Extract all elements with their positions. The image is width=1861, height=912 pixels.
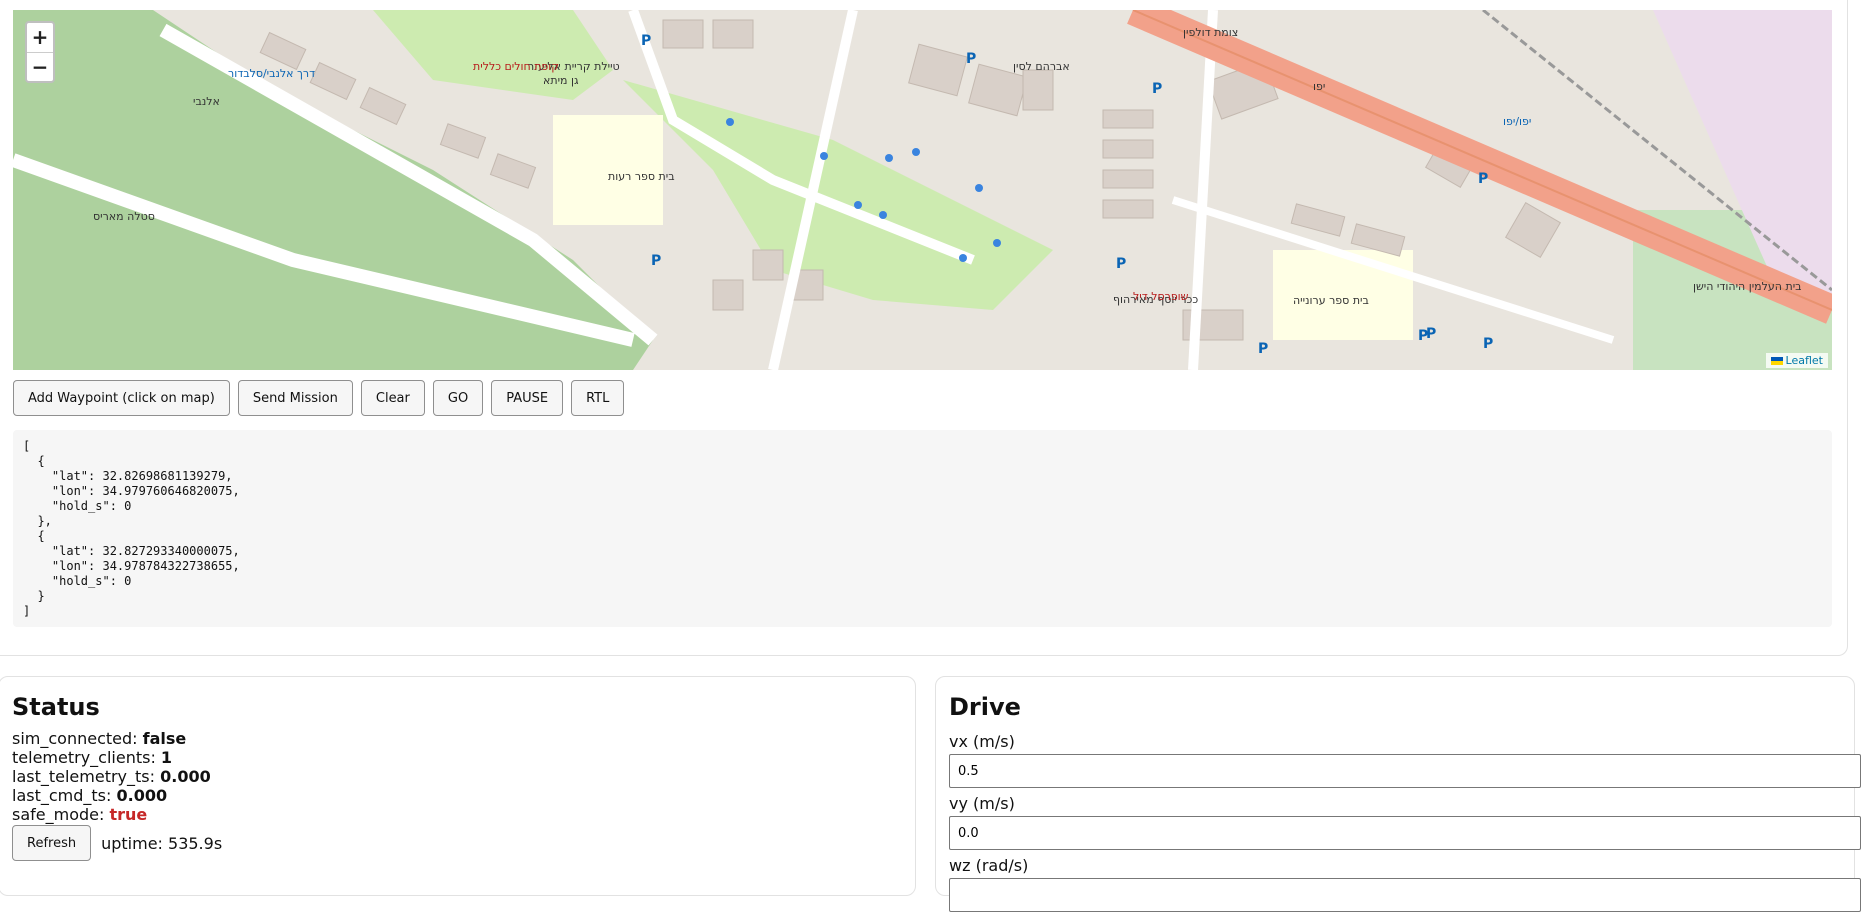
svg-text:P: P	[641, 33, 651, 49]
status-title: Status	[12, 693, 100, 721]
map-label-stella: סטלה מאריס	[93, 210, 155, 223]
rtl-button[interactable]: RTL	[571, 380, 625, 416]
vy-label: vy (m/s)	[949, 794, 1015, 813]
drive-panel: Drive vx (m/s) vy (m/s) wz (rad/s)	[935, 676, 1861, 912]
svg-text:P: P	[1116, 256, 1126, 272]
leaflet-link[interactable]: Leaflet	[1786, 354, 1823, 367]
status-label: last_cmd_ts:	[12, 786, 112, 805]
svg-text:P: P	[1483, 336, 1493, 352]
map-label-school-reut: בית ספר רעות	[608, 170, 675, 183]
pause-button[interactable]: PAUSE	[491, 380, 564, 416]
refresh-row: Refresh uptime: 535.9s	[12, 825, 222, 861]
vx-label: vx (m/s)	[949, 732, 1015, 751]
status-panel: Status sim_connected: false telemetry_cl…	[0, 676, 916, 896]
zoom-in-button[interactable]: +	[27, 23, 53, 52]
map-label-lesin: אברהם לסין	[1013, 60, 1070, 73]
drive-title: Drive	[949, 693, 1021, 721]
zoom-control: + −	[25, 21, 55, 83]
status-telemetry-clients: telemetry_clients: 1	[12, 748, 211, 767]
status-value: 0.000	[116, 786, 168, 805]
status-last-cmd-ts: last_cmd_ts: 0.000	[12, 786, 211, 805]
mission-panel: PP PP PP PP PP אלנבי טיילת קריית אליעזר …	[0, 0, 1848, 656]
svg-text:P: P	[1478, 171, 1488, 187]
send-mission-button[interactable]: Send Mission	[237, 380, 353, 416]
map-attribution: Leaflet	[1765, 353, 1828, 368]
vx-input[interactable]	[949, 754, 1861, 788]
mission-toolbar: Add Waypoint (click on map) Send Mission…	[13, 380, 625, 416]
map-label-clinic: קופת חולים כללית	[473, 60, 559, 73]
clear-button[interactable]: Clear	[360, 380, 425, 416]
svg-text:P: P	[1258, 341, 1268, 357]
map-label-yafo: יפו	[1313, 80, 1325, 93]
vy-input[interactable]	[949, 816, 1861, 850]
uptime-text: uptime: 535.9s	[101, 833, 223, 853]
status-label: sim_connected:	[12, 729, 138, 748]
wz-input[interactable]	[949, 878, 1861, 912]
go-button[interactable]: GO	[432, 380, 484, 416]
ukraine-flag-icon	[1770, 357, 1783, 365]
map-label-stop: דרך אלנבי/סלבדור	[228, 67, 315, 80]
map-label-school: בית ספר ערונייה	[1293, 294, 1369, 307]
mission-json-output: [ { "lat": 32.82698681139279, "lon": 34.…	[13, 430, 1832, 627]
map-label-dolphin-junction: צומת דולפין	[1183, 26, 1238, 39]
status-value: 1	[160, 748, 173, 767]
map-label-kindergarten: גן מיתא	[543, 74, 579, 87]
svg-text:P: P	[966, 51, 976, 67]
map-label-cemetery: בית העלמין היהודי הישן	[1693, 280, 1802, 293]
map-label-allenby: אלנבי	[193, 95, 220, 108]
map-tiles[interactable]: PP PP PP PP PP אלנבי טיילת קריית אליעזר …	[13, 10, 1832, 370]
map-label-sonol: יפו/יפו	[1503, 115, 1531, 128]
zoom-out-button[interactable]: −	[27, 52, 53, 81]
status-value: false	[142, 729, 187, 748]
status-label: safe_mode:	[12, 805, 105, 824]
status-sim-connected: sim_connected: false	[12, 729, 211, 748]
status-last-telemetry-ts: last_telemetry_ts: 0.000	[12, 767, 211, 786]
svg-text:P: P	[651, 253, 661, 269]
status-value-safe-mode: true	[109, 805, 148, 824]
status-safe-mode: safe_mode: true	[12, 805, 211, 824]
add-waypoint-button[interactable]: Add Waypoint (click on map)	[13, 380, 230, 416]
svg-text:P: P	[1426, 326, 1436, 342]
refresh-button[interactable]: Refresh	[12, 825, 92, 861]
svg-text:P: P	[1152, 81, 1162, 97]
status-value: 0.000	[160, 767, 211, 786]
map-label-shufersal: שופרסל דיל	[1133, 290, 1189, 303]
status-label: last_telemetry_ts:	[12, 767, 156, 786]
status-label: telemetry_clients:	[12, 748, 156, 767]
wz-label: wz (rad/s)	[949, 856, 1029, 875]
map-view[interactable]: PP PP PP PP PP אלנבי טיילת קריית אליעזר …	[13, 10, 1832, 370]
status-list: sim_connected: false telemetry_clients: …	[12, 729, 211, 824]
